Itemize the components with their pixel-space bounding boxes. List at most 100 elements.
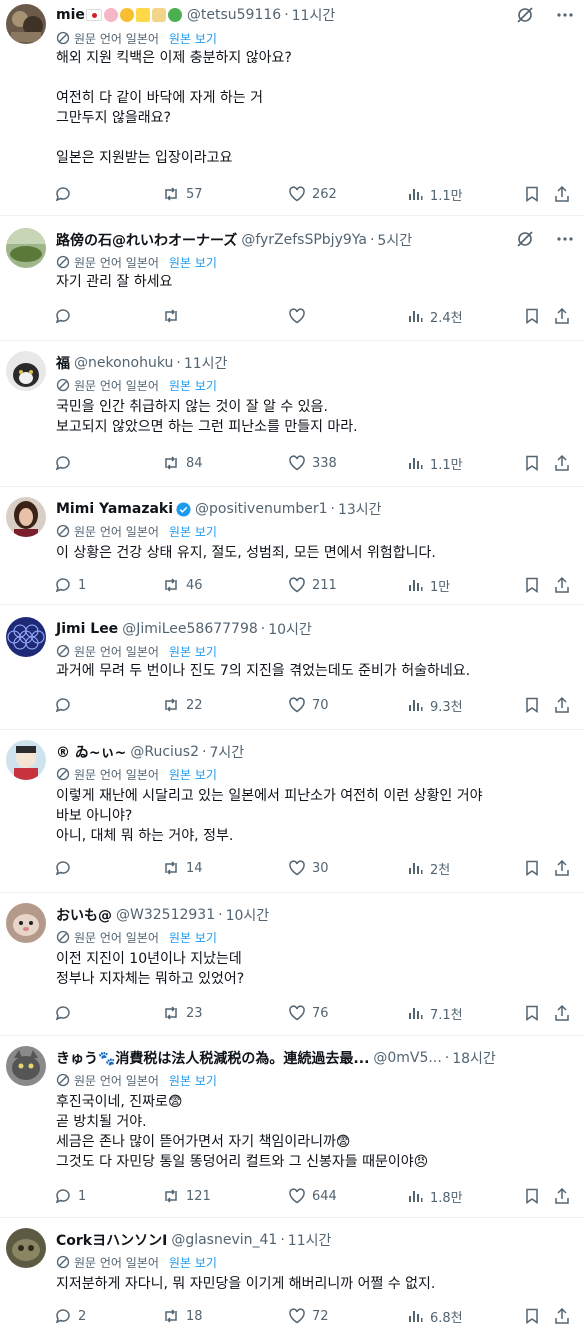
bookmark-button[interactable]	[523, 696, 541, 714]
reply-tweet[interactable]: CorkヨハンソンI @glasnevin_41 · 11시간 원문 언어 일본…	[0, 1218, 584, 1333]
views-button[interactable]: 9.3천	[406, 696, 463, 715]
timestamp[interactable]: 11시간	[184, 353, 228, 373]
reply-tweet[interactable]: 福 @nekonohuku · 11시간 원문 언어 일본어 원본 보기 국민을…	[0, 341, 584, 487]
more-options-icon[interactable]	[556, 230, 574, 248]
bookmark-button[interactable]	[523, 1004, 541, 1022]
like-button[interactable]: 30	[288, 859, 329, 877]
reply-tweet[interactable]: Mimi Yamazaki @positivenumber1 · 13시간 원문…	[0, 487, 584, 605]
display-name[interactable]: Mimi Yamazaki	[56, 501, 173, 517]
share-button[interactable]	[553, 1307, 571, 1325]
avatar[interactable]	[6, 4, 46, 44]
avatar[interactable]	[6, 740, 46, 780]
more-options-icon[interactable]	[556, 6, 574, 24]
views-button[interactable]: 2천	[406, 859, 450, 878]
display-name[interactable]: 路傍の石@れいわオーナーズ	[56, 230, 237, 250]
bookmark-button[interactable]	[523, 859, 541, 877]
avatar[interactable]	[6, 617, 46, 657]
bookmark-button[interactable]	[523, 307, 541, 325]
reply-tweet[interactable]: mie @tetsu59116 · 11시간 원문 언어 일본어 원본 보기 해…	[0, 0, 584, 216]
reply-tweet[interactable]: おいも@ @W32512931 · 10시간 원문 언어 일본어 원본 보기 이…	[0, 893, 584, 1036]
repost-button[interactable]: 23	[162, 1004, 203, 1022]
reply-tweet[interactable]: Jimi Lee @JimiLee58677798 · 10시간 원문 언어 일…	[0, 605, 584, 730]
timestamp[interactable]: 10시간	[268, 619, 312, 639]
like-button[interactable]: 70	[288, 696, 329, 714]
user-handle[interactable]: @W32512931	[116, 907, 215, 923]
grok-icon[interactable]	[516, 6, 534, 24]
views-button[interactable]: 1.1만	[406, 185, 463, 204]
reply-button[interactable]	[54, 859, 78, 877]
user-handle[interactable]: @positivenumber1	[195, 501, 327, 517]
avatar[interactable]	[6, 1046, 46, 1086]
show-original-link[interactable]: 원본 보기	[169, 766, 217, 783]
show-original-link[interactable]: 원본 보기	[169, 523, 217, 540]
repost-button[interactable]: 121	[162, 1187, 211, 1205]
bookmark-button[interactable]	[523, 185, 541, 203]
show-original-link[interactable]: 원본 보기	[169, 377, 217, 394]
timestamp[interactable]: 7시간	[209, 742, 244, 762]
user-handle[interactable]: @JimiLee58677798	[122, 621, 258, 637]
avatar[interactable]	[6, 228, 46, 268]
bookmark-button[interactable]	[523, 1187, 541, 1205]
display-name[interactable]: mie	[56, 7, 85, 23]
bookmark-button[interactable]	[523, 1307, 541, 1325]
timestamp[interactable]: 10시간	[226, 905, 270, 925]
avatar[interactable]	[6, 497, 46, 537]
share-button[interactable]	[553, 1187, 571, 1205]
show-original-link[interactable]: 원본 보기	[169, 1254, 217, 1271]
display-name[interactable]: Jimi Lee	[56, 621, 118, 637]
bookmark-button[interactable]	[523, 576, 541, 594]
user-handle[interactable]: @glasnevin_41	[171, 1232, 277, 1248]
user-handle[interactable]: @fyrZefsSPbjy9Ya	[241, 232, 367, 248]
like-button[interactable]	[288, 307, 312, 325]
share-button[interactable]	[553, 576, 571, 594]
like-button[interactable]: 72	[288, 1307, 329, 1325]
timestamp[interactable]: 11시간	[288, 1230, 332, 1250]
repost-button[interactable]: 57	[162, 185, 203, 203]
views-button[interactable]: 6.8천	[406, 1307, 463, 1326]
reply-button[interactable]	[54, 696, 78, 714]
timestamp[interactable]: 5시간	[377, 230, 412, 250]
like-button[interactable]: 338	[288, 454, 337, 472]
views-button[interactable]: 1.1만	[406, 454, 463, 473]
show-original-link[interactable]: 원본 보기	[169, 30, 217, 47]
reply-button[interactable]	[54, 307, 78, 325]
grok-icon[interactable]	[516, 230, 534, 248]
show-original-link[interactable]: 원본 보기	[169, 1072, 217, 1089]
reply-button[interactable]: 1	[54, 1187, 86, 1205]
user-handle[interactable]: @0mV5...	[373, 1050, 441, 1066]
display-name[interactable]: CorkヨハンソンI	[56, 1230, 167, 1250]
views-button[interactable]: 1만	[406, 576, 450, 595]
timestamp[interactable]: 11시간	[292, 5, 336, 25]
display-name[interactable]: 福	[56, 353, 70, 373]
views-button[interactable]: 1.8만	[406, 1187, 463, 1206]
reply-button[interactable]: 1	[54, 576, 86, 594]
like-button[interactable]: 211	[288, 576, 337, 594]
timestamp[interactable]: 13시간	[338, 499, 382, 519]
reply-tweet[interactable]: ® ゐ~ぃ~ @Rucius2 · 7시간 원문 언어 일본어 원본 보기 이렇…	[0, 730, 584, 893]
repost-button[interactable]: 84	[162, 454, 203, 472]
share-button[interactable]	[553, 307, 571, 325]
reply-tweet[interactable]: きゅう🐾消費税は法人税減税の為。連続過去最... @0mV5... · 18시간…	[0, 1036, 584, 1218]
show-original-link[interactable]: 원본 보기	[169, 643, 217, 660]
display-name[interactable]: おいも@	[56, 905, 112, 925]
repost-button[interactable]: 46	[162, 576, 203, 594]
share-button[interactable]	[553, 696, 571, 714]
reply-tweet[interactable]: 路傍の石@れいわオーナーズ @fyrZefsSPbjy9Ya · 5시간 원문 …	[0, 216, 584, 341]
repost-button[interactable]: 14	[162, 859, 203, 877]
repost-button[interactable]: 18	[162, 1307, 203, 1325]
reply-button[interactable]	[54, 1004, 78, 1022]
like-button[interactable]: 76	[288, 1004, 329, 1022]
avatar[interactable]	[6, 903, 46, 943]
repost-button[interactable]: 22	[162, 696, 203, 714]
display-name[interactable]: ® ゐ~ぃ~	[56, 742, 126, 762]
reply-button[interactable]: 2	[54, 1307, 86, 1325]
reply-button[interactable]	[54, 185, 78, 203]
show-original-link[interactable]: 원본 보기	[169, 929, 217, 946]
views-button[interactable]: 7.1천	[406, 1004, 463, 1023]
like-button[interactable]: 262	[288, 185, 337, 203]
user-handle[interactable]: @tetsu59116	[187, 7, 281, 23]
like-button[interactable]: 644	[288, 1187, 337, 1205]
user-handle[interactable]: @nekonohuku	[74, 355, 173, 371]
timestamp[interactable]: 18시간	[452, 1048, 496, 1068]
reply-button[interactable]	[54, 454, 78, 472]
